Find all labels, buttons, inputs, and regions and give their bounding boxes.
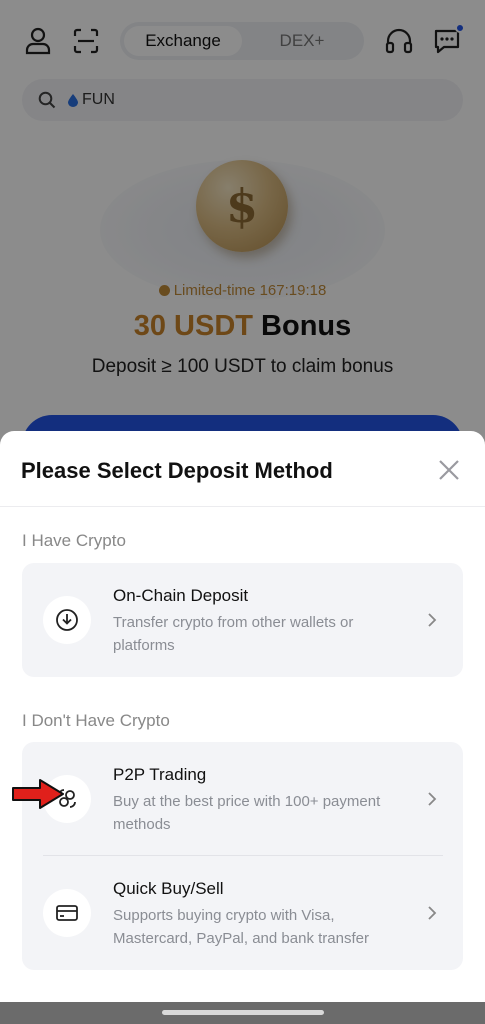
annotation-arrow-icon (12, 779, 64, 809)
option-desc: Supports buying crypto with Visa, Master… (113, 907, 369, 947)
option-quick-buy-sell[interactable]: Quick Buy/Sell Supports buying crypto wi… (22, 856, 463, 970)
deposit-method-sheet: Please Select Deposit Method I Have Cryp… (0, 431, 485, 1024)
option-title: P2P Trading (113, 765, 207, 784)
chevron-right-icon (424, 612, 440, 628)
home-indicator[interactable] (162, 1010, 324, 1015)
close-icon[interactable] (434, 455, 464, 485)
sheet-title: Please Select Deposit Method (21, 458, 333, 483)
chevron-right-icon (424, 905, 440, 921)
download-icon (43, 596, 91, 644)
option-p2p-trading[interactable]: P2P Trading Buy at the best price with 1… (22, 742, 463, 855)
sheet-divider (0, 506, 485, 507)
no-crypto-card: P2P Trading Buy at the best price with 1… (22, 742, 463, 970)
chevron-right-icon (424, 791, 440, 807)
option-title: On-Chain Deposit (113, 586, 249, 605)
card-icon (43, 889, 91, 937)
option-desc: Transfer crypto from other wallets or pl… (113, 614, 354, 654)
have-crypto-card: On-Chain Deposit Transfer crypto from ot… (22, 563, 463, 677)
home-indicator-area (0, 1002, 485, 1024)
option-title: Quick Buy/Sell (113, 879, 224, 898)
option-desc: Buy at the best price with 100+ payment … (113, 793, 381, 833)
section-label-no-crypto: I Don't Have Crypto (22, 711, 170, 730)
section-label-have-crypto: I Have Crypto (22, 531, 126, 550)
option-on-chain-deposit[interactable]: On-Chain Deposit Transfer crypto from ot… (22, 563, 463, 677)
